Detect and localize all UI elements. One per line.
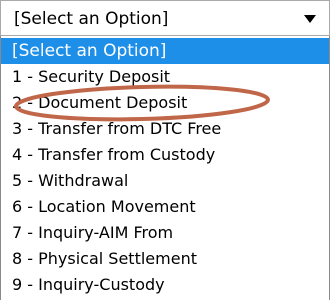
select-value: [Select an Option] bbox=[14, 9, 169, 29]
option-item-3[interactable]: 3 - Transfer from DTC Free bbox=[1, 116, 329, 142]
option-select[interactable]: [Select an Option] bbox=[0, 0, 330, 36]
option-item-2[interactable]: 2 - Document Deposit bbox=[1, 90, 329, 116]
option-item-8[interactable]: 8 - Physical Settlement bbox=[1, 246, 329, 272]
triangle-down-icon[interactable] bbox=[301, 10, 319, 28]
option-item-6[interactable]: 6 - Location Movement bbox=[1, 194, 329, 220]
option-item-select-an-option[interactable]: [Select an Option] bbox=[1, 38, 329, 64]
option-item-7[interactable]: 7 - Inquiry-AIM From bbox=[1, 220, 329, 246]
option-item-1[interactable]: 1 - Security Deposit bbox=[1, 64, 329, 90]
option-item-9[interactable]: 9 - Inquiry-Custody bbox=[1, 272, 329, 298]
option-item-5[interactable]: 5 - Withdrawal bbox=[1, 168, 329, 194]
option-list[interactable]: [Select an Option] 1 - Security Deposit … bbox=[0, 36, 330, 300]
option-item-4[interactable]: 4 - Transfer from Custody bbox=[1, 142, 329, 168]
